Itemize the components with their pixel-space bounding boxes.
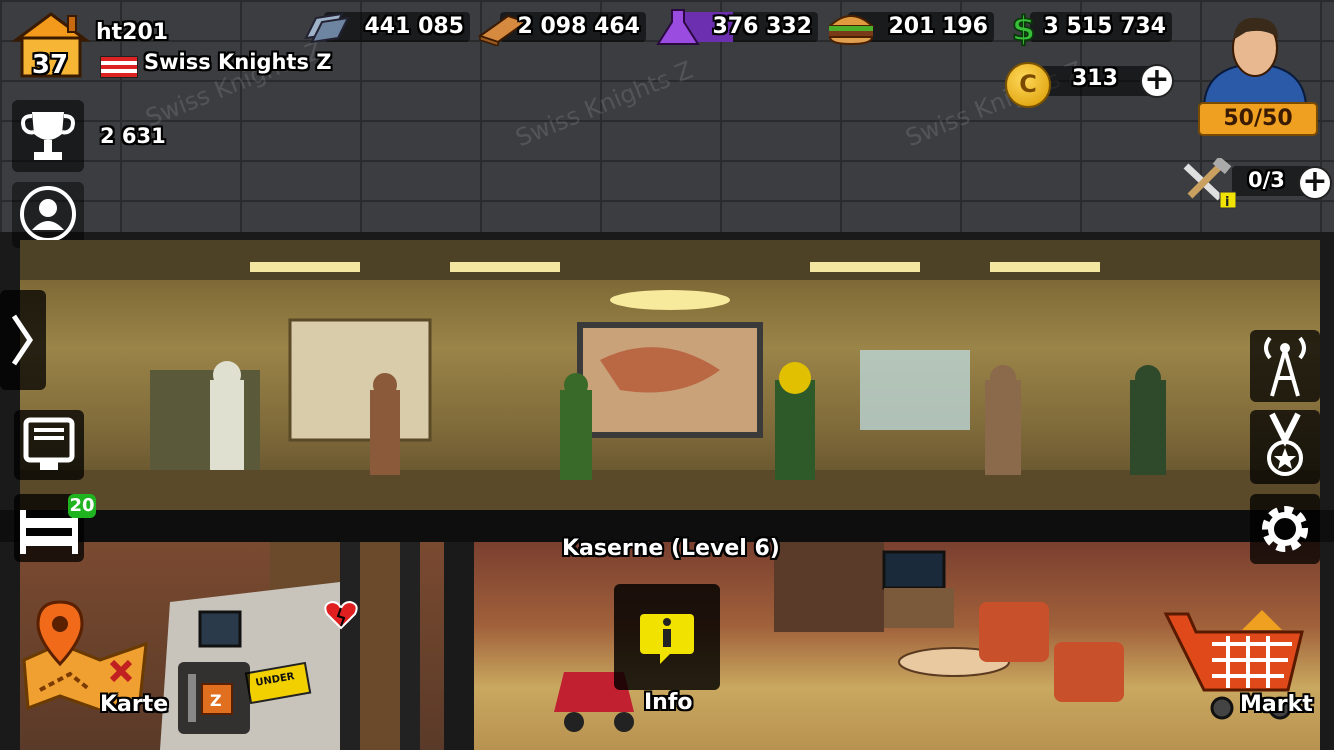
radio-button[interactable] xyxy=(1250,330,1320,402)
cash-value: 3 515 734 xyxy=(1043,14,1166,39)
chemicals-value: 376 332 xyxy=(712,14,812,39)
medal-icon xyxy=(1267,412,1303,476)
chevron-right-icon xyxy=(11,314,34,366)
coin-value: 313 xyxy=(1072,66,1118,91)
war-room-scene xyxy=(20,240,1320,510)
radio-tower-icon xyxy=(1264,336,1306,397)
news-button[interactable] xyxy=(14,410,84,480)
steel-icon xyxy=(304,12,350,44)
steel-value: 441 085 xyxy=(364,14,464,39)
player-avatar[interactable] xyxy=(1196,6,1314,106)
war-room[interactable] xyxy=(20,240,1320,510)
clan-name[interactable]: Swiss Knights Z xyxy=(144,50,332,74)
tools-icon[interactable]: i xyxy=(1180,158,1236,210)
side-menu-toggle[interactable] xyxy=(0,290,46,390)
monitor-icon xyxy=(23,417,75,470)
add-builder-button[interactable]: + xyxy=(1298,166,1332,200)
market-label: Markt xyxy=(1240,692,1313,717)
energy-meter: 50/50 xyxy=(1198,102,1318,136)
chemicals-resource[interactable]: 376 332 xyxy=(654,9,818,45)
map-label: Karte xyxy=(100,692,169,717)
dollar-icon: $ xyxy=(1011,9,1037,48)
trophy-count: 2 631 xyxy=(100,124,166,148)
trophy-icon xyxy=(21,112,75,160)
broken-heart-icon xyxy=(324,600,358,630)
food-resource[interactable]: 201 196 xyxy=(826,10,994,46)
profile-button[interactable] xyxy=(12,182,84,248)
steel-resource[interactable]: 441 085 xyxy=(302,10,470,44)
trophy-button[interactable] xyxy=(12,100,84,172)
food-value: 201 196 xyxy=(888,14,988,39)
wood-value: 2 098 464 xyxy=(517,14,640,39)
buy-coins-button[interactable]: + xyxy=(1140,64,1174,98)
builders-count: 0/3 xyxy=(1248,168,1285,192)
svg-text:$: $ xyxy=(1012,10,1036,48)
building-icon: Z xyxy=(188,674,233,722)
settings-button[interactable] xyxy=(1250,494,1320,564)
player-level: 37 xyxy=(31,50,69,80)
coin-icon: C xyxy=(1005,62,1051,108)
clan-flag-icon xyxy=(100,56,138,78)
burger-icon xyxy=(827,15,875,46)
cash-resource[interactable]: $ 3 515 734 xyxy=(1008,9,1172,48)
barracks-count-badge: 20 xyxy=(68,494,96,518)
player-name: ht201 xyxy=(96,20,169,45)
gear-icon xyxy=(1262,506,1308,552)
info-icon xyxy=(640,614,694,664)
svg-text:i: i xyxy=(1225,195,1229,210)
svg-text:Z: Z xyxy=(210,691,222,710)
construction-info-button[interactable]: Z xyxy=(178,662,250,734)
info-label: Info xyxy=(644,690,693,715)
achievements-button[interactable] xyxy=(1250,410,1320,484)
room-title: Kaserne (Level 6) xyxy=(562,536,780,561)
info-button[interactable] xyxy=(614,584,720,690)
wood-resource[interactable]: 2 098 464 xyxy=(478,10,646,46)
flask-icon xyxy=(656,9,700,45)
profile-icon xyxy=(20,186,76,242)
